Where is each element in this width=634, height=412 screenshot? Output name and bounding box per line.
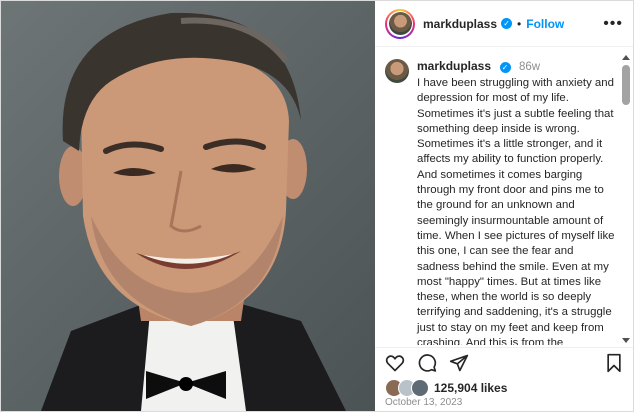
avatar-frame [387,10,413,37]
scroll-down-arrow[interactable] [622,338,630,343]
caption-scroll-area[interactable]: markduplass ✓ 86w I have been struggling… [375,53,633,345]
follow-button[interactable]: Follow [526,17,564,31]
caption-username[interactable]: markduplass [417,59,491,73]
portrait-illustration [41,12,346,411]
post-photo[interactable] [1,1,375,411]
scroll-up-arrow[interactable] [622,55,630,60]
action-bar [375,347,633,377]
post-header: markduplass ✓ • Follow ••• [375,1,633,47]
likes-count[interactable]: 125,904 likes [434,381,507,395]
post-date: October 13, 2023 [385,397,463,408]
separator-dot: • [517,16,522,31]
likes-row: 125,904 likes [385,379,507,397]
post-viewer: markduplass ✓ • Follow ••• markduplass ✓… [0,0,634,412]
heart-icon[interactable] [385,353,405,373]
caption: markduplass ✓ 86w I have been struggling… [375,53,633,345]
more-options-icon[interactable]: ••• [603,15,623,33]
story-avatar[interactable] [385,8,415,39]
share-icon[interactable] [449,353,469,373]
post-side-panel: markduplass ✓ • Follow ••• markduplass ✓… [375,1,633,411]
scrollbar[interactable] [621,53,631,345]
header-username[interactable]: markduplass [423,17,497,31]
liker-avatar[interactable] [411,379,429,397]
caption-timestamp[interactable]: 86w [519,61,540,73]
verified-badge-icon: ✓ [499,62,511,73]
bookmark-icon[interactable] [605,353,623,373]
verified-badge-icon: ✓ [501,18,513,29]
caption-avatar[interactable] [385,59,409,83]
caption-body: markduplass ✓ 86w I have been struggling… [417,57,615,345]
avatar [388,12,412,35]
caption-text: I have been struggling with anxiety and … [417,77,615,345]
scroll-thumb[interactable] [622,65,630,105]
comment-icon[interactable] [417,353,437,373]
